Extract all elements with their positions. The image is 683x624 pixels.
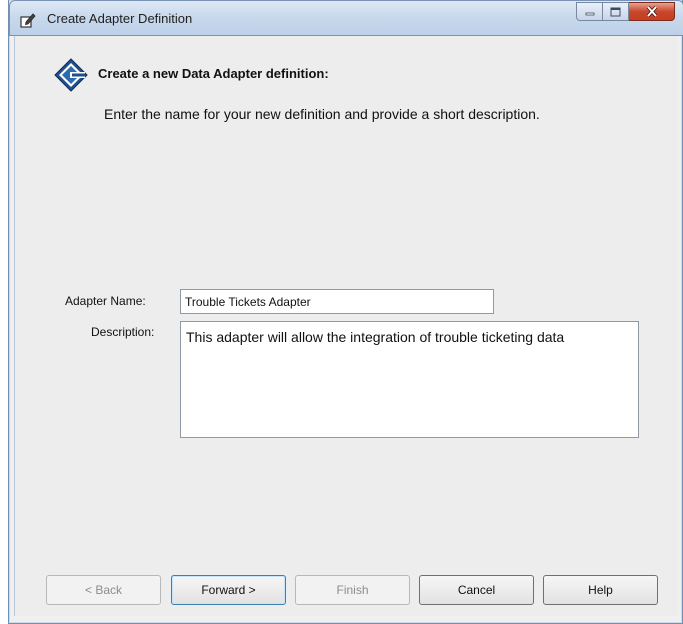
minimize-button[interactable]	[576, 2, 603, 21]
description-textarea[interactable]: This adapter will allow the integration …	[180, 321, 639, 438]
edit-icon	[20, 13, 36, 28]
minimize-icon	[585, 12, 594, 15]
page-title: Create a new Data Adapter definition:	[98, 66, 329, 81]
adapter-logo-icon	[54, 58, 88, 92]
description-label: Description:	[91, 325, 155, 339]
back-button[interactable]: < Back	[46, 575, 161, 605]
window-title: Create Adapter Definition	[47, 11, 193, 26]
finish-button[interactable]: Finish	[295, 575, 410, 605]
close-icon	[646, 6, 657, 17]
close-button[interactable]	[629, 2, 675, 21]
adapter-name-input[interactable]	[180, 289, 494, 314]
title-bar[interactable]: Create Adapter Definition	[9, 0, 683, 36]
adapter-name-label: Adapter Name:	[65, 294, 146, 308]
cancel-button[interactable]: Cancel	[419, 575, 534, 605]
forward-button[interactable]: Forward >	[171, 575, 286, 605]
page-subtitle: Enter the name for your new definition a…	[104, 106, 540, 122]
maximize-button[interactable]	[603, 2, 629, 21]
window-controls	[576, 2, 675, 22]
help-button[interactable]: Help	[543, 575, 658, 605]
maximize-icon	[610, 7, 621, 16]
